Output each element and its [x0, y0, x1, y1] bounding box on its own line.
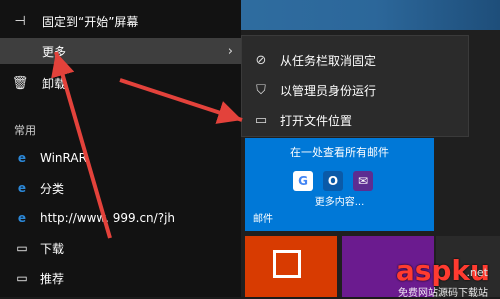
arrow-to-more: [51, 51, 112, 239]
arrow-to-open-location: [119, 78, 243, 124]
annotation-arrows: [51, 51, 243, 239]
watermark-net: .net: [466, 266, 488, 279]
